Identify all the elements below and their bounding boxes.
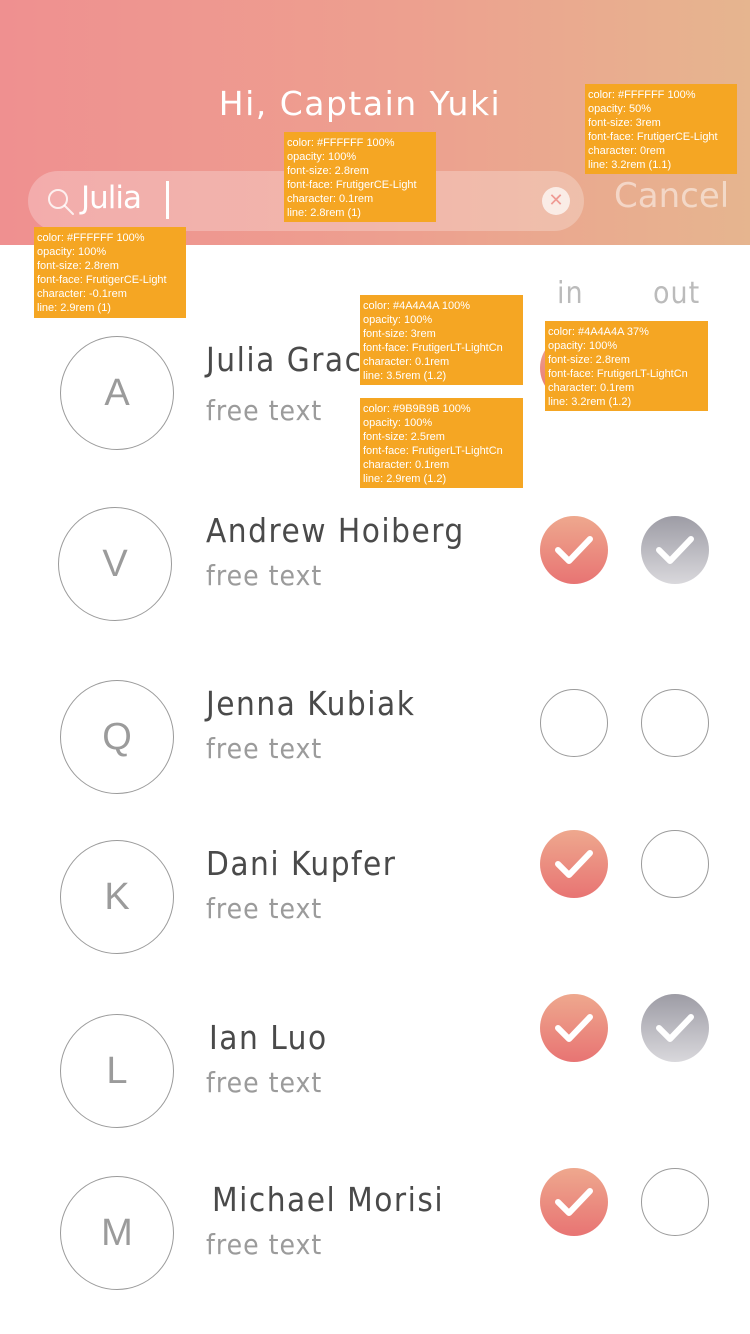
clear-icon[interactable]: ✕ xyxy=(542,187,570,215)
contact-subtitle: free text xyxy=(206,559,323,592)
avatar: M xyxy=(60,1176,174,1290)
contact-name: Julia Grace xyxy=(206,340,383,379)
spec-annotation: color: #9B9B9B 100% opacity: 100% font-siz… xyxy=(360,398,523,488)
in-checkbox[interactable] xyxy=(540,689,608,757)
contact-subtitle: free text xyxy=(206,732,323,765)
avatar: Q xyxy=(60,680,174,794)
contact-subtitle: free text xyxy=(206,1066,323,1099)
in-checkbox[interactable] xyxy=(540,830,608,898)
out-checkbox[interactable] xyxy=(641,689,709,757)
avatar: L xyxy=(60,1014,174,1128)
out-checkbox[interactable] xyxy=(641,830,709,898)
search-input[interactable]: Julia xyxy=(81,180,142,216)
avatar: K xyxy=(60,840,174,954)
list-item[interactable]: K Dani Kupfer free text xyxy=(0,830,750,988)
text-caret xyxy=(166,181,169,219)
avatar: A xyxy=(60,336,174,450)
spec-annotation: color: #4A4A4A 100% opacity: 100% font-siz… xyxy=(360,295,523,385)
out-checkbox[interactable] xyxy=(641,1168,709,1236)
column-header-in: in xyxy=(557,276,584,311)
contact-name: Dani Kupfer xyxy=(206,844,397,883)
cancel-button[interactable]: Cancel xyxy=(614,176,729,216)
avatar: V xyxy=(58,507,172,621)
contact-subtitle: free text xyxy=(206,1228,323,1261)
contact-name: Andrew Hoiberg xyxy=(206,511,465,550)
spec-annotation: color: #FFFFFF 100% opacity: 100% font-siz… xyxy=(34,227,186,318)
search-icon xyxy=(46,187,76,217)
in-checkbox[interactable] xyxy=(540,1168,608,1236)
list-item[interactable]: L Ian Luo free text xyxy=(0,994,750,1162)
list-item[interactable]: Q Jenna Kubiak free text xyxy=(0,678,750,828)
in-checkbox[interactable] xyxy=(540,994,608,1062)
contact-name: Michael Morisi xyxy=(212,1180,445,1219)
out-checkbox[interactable] xyxy=(641,516,709,584)
spec-annotation: color: #4A4A4A 37% opacity: 100% font-size… xyxy=(545,321,708,411)
contact-subtitle: free text xyxy=(206,394,323,427)
list-item[interactable]: M Michael Morisi free text xyxy=(0,1168,750,1324)
in-checkbox[interactable] xyxy=(540,516,608,584)
spec-annotation: color: #FFFFFF 100% opacity: 50% font-size… xyxy=(585,84,737,174)
spec-annotation: color: #FFFFFF 100% opacity: 100% font-siz… xyxy=(284,132,436,222)
column-header-out: out xyxy=(653,276,701,311)
contact-name: Jenna Kubiak xyxy=(206,684,416,723)
out-checkbox[interactable] xyxy=(641,994,709,1062)
list-item[interactable]: V Andrew Hoiberg free text xyxy=(0,505,750,655)
contact-subtitle: free text xyxy=(206,892,323,925)
contact-name: Ian Luo xyxy=(209,1018,328,1057)
